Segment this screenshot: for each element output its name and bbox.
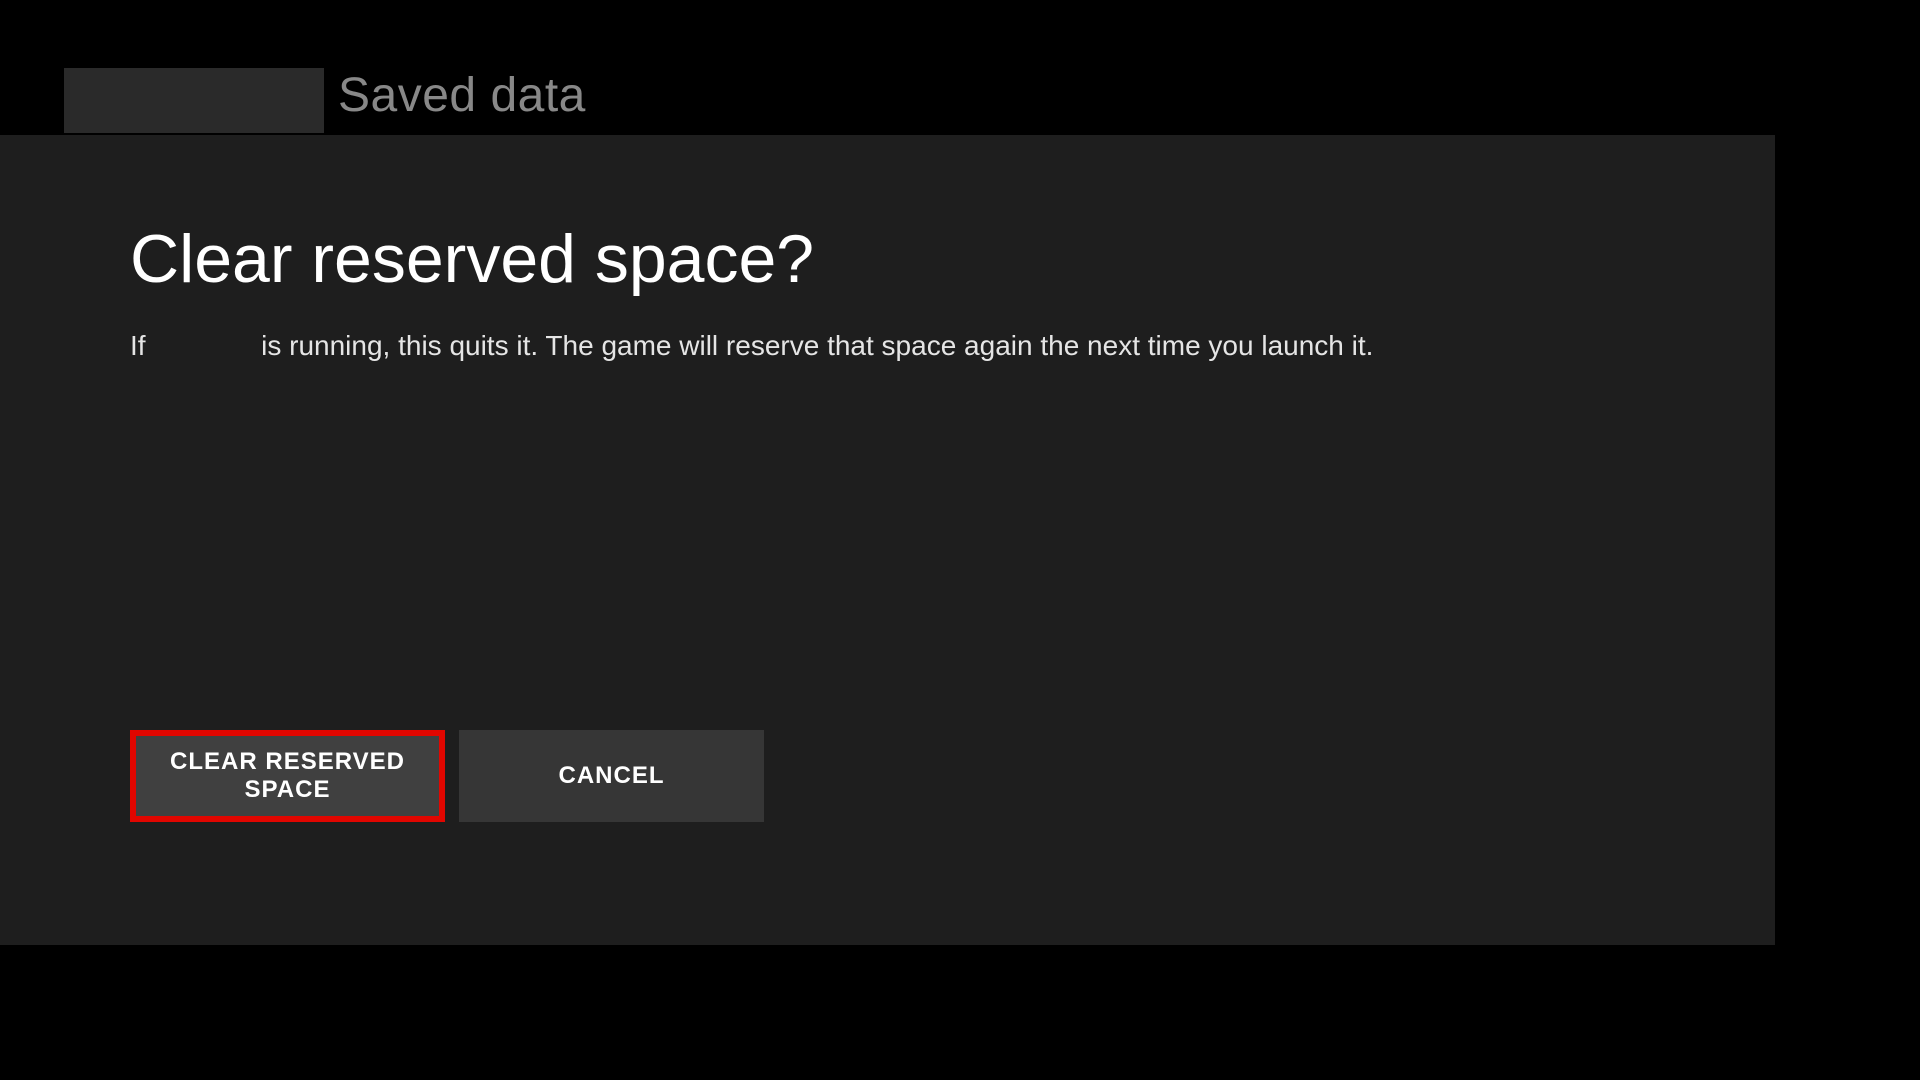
right-border xyxy=(1775,0,1920,1080)
screen: Saved data Clear reserved space? If is r… xyxy=(0,0,1920,1080)
clear-reserved-space-button[interactable]: CLEAR RESERVED SPACE xyxy=(130,730,445,822)
dialog-button-row: CLEAR RESERVED SPACE CANCEL xyxy=(130,730,764,822)
dialog-body-text: If is running, this quits it. The game w… xyxy=(130,330,1373,362)
dialog-title: Clear reserved space? xyxy=(130,220,814,298)
dialog-panel: Clear reserved space? If is running, thi… xyxy=(0,135,1775,945)
header-breadcrumb-title: Saved data xyxy=(338,68,586,123)
dialog-body-prefix: If xyxy=(130,330,146,361)
bottom-border xyxy=(0,945,1775,1080)
header-app-tile xyxy=(64,68,324,133)
header-bar: Saved data xyxy=(0,0,1920,135)
cancel-button[interactable]: CANCEL xyxy=(459,730,764,822)
dialog-body-suffix: is running, this quits it. The game will… xyxy=(261,330,1373,361)
